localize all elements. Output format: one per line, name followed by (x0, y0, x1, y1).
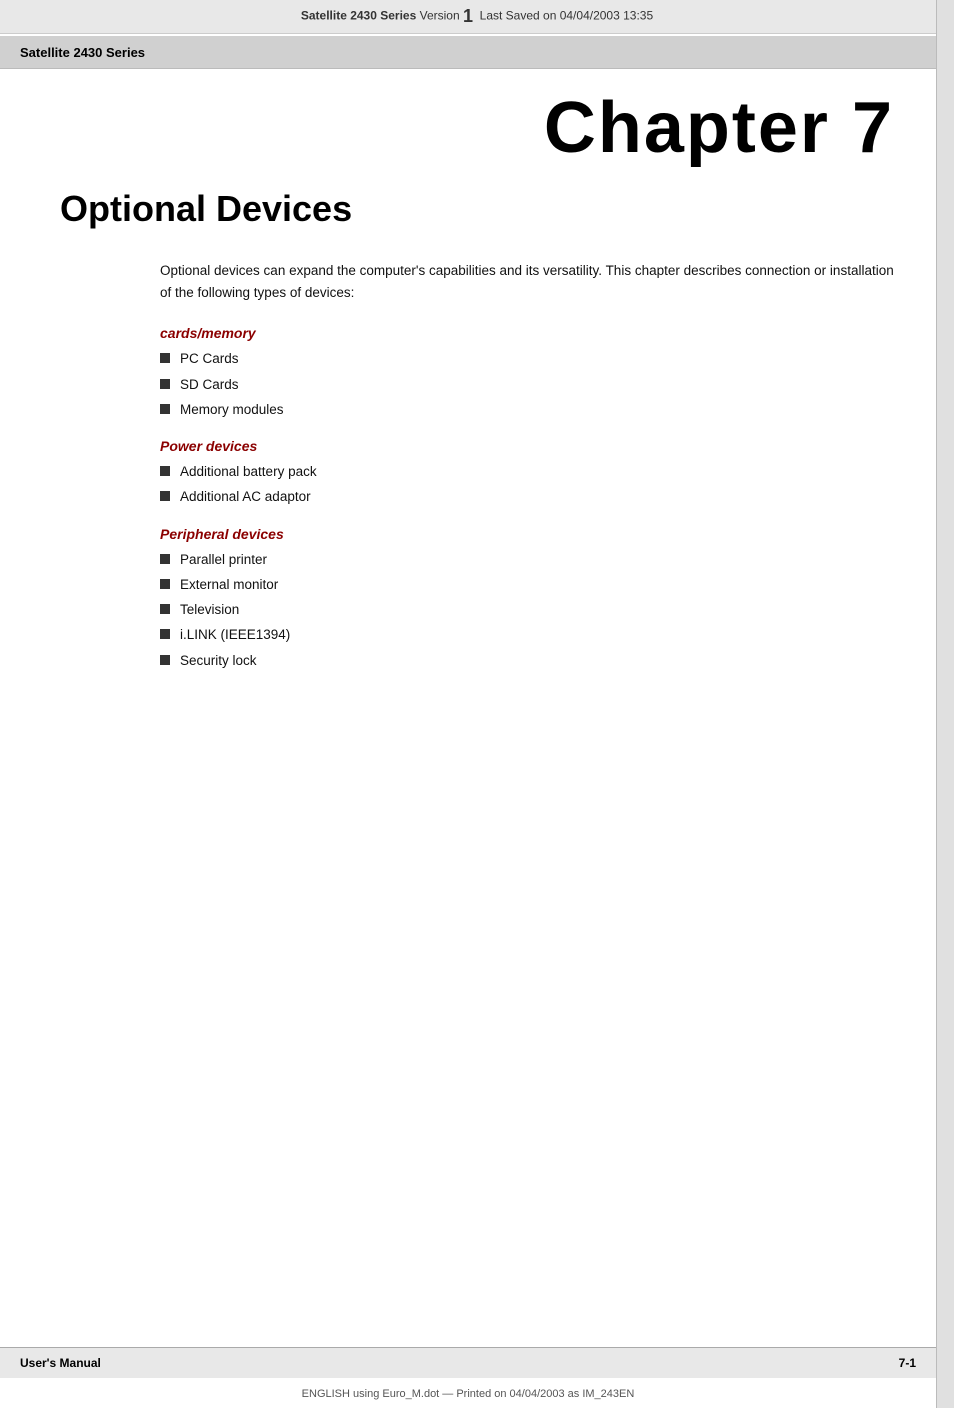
right-border (936, 0, 954, 1408)
page-footer: User's Manual 7-1 (0, 1347, 936, 1378)
chapter-area: Chapter 7 (0, 69, 954, 178)
bullet-icon (160, 629, 170, 639)
category-cards-memory: cards/memory PC Cards SD Cards Memory mo… (160, 325, 894, 420)
bullet-icon (160, 655, 170, 665)
list-item: Additional battery pack (160, 462, 894, 482)
item-label: Additional battery pack (180, 462, 317, 482)
page-title: Optional Devices (60, 188, 894, 230)
category-heading-power: Power devices (160, 438, 894, 454)
item-label: Television (180, 600, 239, 620)
item-label: i.LINK (IEEE1394) (180, 625, 290, 645)
bullet-icon (160, 554, 170, 564)
bullet-icon (160, 353, 170, 363)
item-label: Security lock (180, 651, 257, 671)
chapter-title: Chapter 7 (30, 89, 894, 168)
item-label: Parallel printer (180, 550, 267, 570)
list-item: Additional AC adaptor (160, 487, 894, 507)
bullet-icon (160, 379, 170, 389)
category-peripheral-devices: Peripheral devices Parallel printer Exte… (160, 526, 894, 671)
category-heading-cards: cards/memory (160, 325, 894, 341)
list-item: Security lock (160, 651, 894, 671)
list-item: PC Cards (160, 349, 894, 369)
list-peripheral-devices: Parallel printer External monitor Televi… (160, 550, 894, 671)
bullet-icon (160, 579, 170, 589)
list-item: External monitor (160, 575, 894, 595)
list-cards-memory: PC Cards SD Cards Memory modules (160, 349, 894, 420)
list-item: i.LINK (IEEE1394) (160, 625, 894, 645)
intro-text: Optional devices can expand the computer… (160, 260, 894, 303)
main-content: Optional Devices Optional devices can ex… (0, 178, 954, 709)
category-heading-peripheral: Peripheral devices (160, 526, 894, 542)
footer-left: User's Manual (20, 1356, 101, 1370)
footer-right: 7-1 (899, 1356, 916, 1370)
item-label: Memory modules (180, 400, 284, 420)
list-item: Parallel printer (160, 550, 894, 570)
section-header-label: Satellite 2430 Series (20, 45, 145, 60)
list-power-devices: Additional battery pack Additional AC ad… (160, 462, 894, 508)
bullet-icon (160, 404, 170, 414)
section-header: Satellite 2430 Series (0, 36, 954, 69)
category-power-devices: Power devices Additional battery pack Ad… (160, 438, 894, 508)
list-item: Television (160, 600, 894, 620)
header-series: Satellite 2430 Series (301, 9, 416, 23)
item-label: External monitor (180, 575, 278, 595)
bullet-icon (160, 491, 170, 501)
list-item: SD Cards (160, 375, 894, 395)
page-wrapper: Satellite 2430 Series Version 1 Last Sav… (0, 0, 954, 1408)
top-header: Satellite 2430 Series Version 1 Last Sav… (0, 0, 954, 34)
list-item: Memory modules (160, 400, 894, 420)
item-label: Additional AC adaptor (180, 487, 311, 507)
item-label: SD Cards (180, 375, 239, 395)
bullet-icon (160, 604, 170, 614)
item-label: PC Cards (180, 349, 239, 369)
bullet-icon (160, 466, 170, 476)
bottom-note: ENGLISH using Euro_M.dot — Printed on 04… (0, 1388, 936, 1400)
